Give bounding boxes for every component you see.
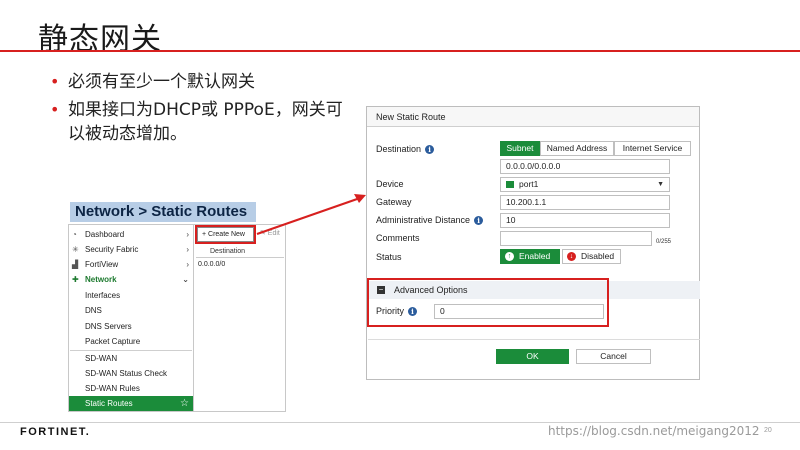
device-label: Device xyxy=(376,179,404,189)
admin-distance-input[interactable]: 10 xyxy=(500,213,670,228)
tab-subnet[interactable]: Subnet xyxy=(500,141,540,156)
bullet-text: 如果接口为DHCP或 PPPoE，网关可以被动态增加。 xyxy=(68,100,343,144)
sidebar-item-label: FortiView xyxy=(85,260,119,269)
port-icon xyxy=(506,181,514,188)
status-disabled-button[interactable]: ↓ Disabled xyxy=(562,249,621,264)
info-icon[interactable]: i xyxy=(425,144,435,154)
table-row[interactable]: 0.0.0.0/0 xyxy=(198,261,225,268)
new-static-route-dialog: New Static Route Destination i Subnet Na… xyxy=(366,106,700,380)
sidebar-item-label: SD-WAN xyxy=(85,354,118,363)
comments-counter: 0/255 xyxy=(656,239,672,245)
admin-distance-label: Administrative Distance i xyxy=(376,215,484,225)
chevron-down-icon: ▼ xyxy=(657,181,664,188)
title-divider xyxy=(0,50,800,52)
chevron-right-icon: › xyxy=(186,260,189,269)
nav-path-header: Network > Static Routes xyxy=(70,202,256,222)
tab-named-address[interactable]: Named Address xyxy=(540,141,614,156)
chevron-down-icon: ⌄ xyxy=(182,275,189,284)
bullet-dot-icon: • xyxy=(50,100,60,119)
watermark-text: https://blog.csdn.net/meigang2012 xyxy=(548,424,760,438)
column-header-destination[interactable]: Destination xyxy=(196,245,284,258)
sidebar-item-label: Dashboard xyxy=(85,230,125,239)
info-icon[interactable]: i xyxy=(474,215,484,225)
sidebar-item-fortiview[interactable]: ▟ FortiView › xyxy=(69,257,193,272)
dashboard-icon: ◔ xyxy=(72,230,77,239)
sidebar-item-label: SD-WAN Status Check xyxy=(85,369,167,378)
comments-input[interactable] xyxy=(500,231,652,246)
sidebar-item-label: SD-WAN Rules xyxy=(85,384,140,393)
sidebar-item-label: Packet Capture xyxy=(85,337,141,346)
fabric-icon: ✳ xyxy=(72,245,79,254)
ok-button[interactable]: OK xyxy=(496,349,569,364)
destination-input[interactable]: 0.0.0.0/0.0.0.0 xyxy=(500,159,670,174)
sidebar-item-packet-capture[interactable]: Packet Capture xyxy=(69,334,193,349)
cancel-button[interactable]: Cancel xyxy=(576,349,651,364)
sidebar-item-static-routes[interactable]: Static Routes ☆ xyxy=(69,396,193,411)
bullet-dot-icon: • xyxy=(50,72,60,91)
device-select[interactable]: port1 ▼ xyxy=(500,177,670,192)
sidebar-item-dashboard[interactable]: ◔ Dashboard › xyxy=(69,227,193,242)
dialog-footer-divider xyxy=(368,339,700,340)
sidebar-nav: ◔ Dashboard › ✳ Security Fabric › ▟ Fort… xyxy=(68,224,194,412)
status-label: Status xyxy=(376,252,402,262)
star-icon[interactable]: ☆ xyxy=(180,396,189,411)
footer-divider xyxy=(0,422,800,423)
sidebar-item-sd-wan[interactable]: SD-WAN xyxy=(69,351,193,366)
sidebar-item-sd-wan-status-check[interactable]: SD-WAN Status Check xyxy=(69,366,193,381)
sidebar-item-dns-servers[interactable]: DNS Servers xyxy=(69,319,193,334)
fortinet-logo: FORTINET. xyxy=(20,426,91,438)
chevron-right-icon: › xyxy=(186,230,189,239)
sidebar-item-label: Interfaces xyxy=(85,291,121,300)
sidebar-item-dns[interactable]: DNS xyxy=(69,303,193,318)
disabled-icon: ↓ xyxy=(567,252,576,261)
sidebar-item-label: Security Fabric xyxy=(85,245,139,254)
sidebar-item-label: Network xyxy=(85,275,117,284)
bullet-item: • 如果接口为DHCP或 PPPoE，网关可以被动态增加。 xyxy=(50,98,350,146)
sidebar-item-network[interactable]: ✚ Network ⌄ xyxy=(69,272,193,287)
sidebar-item-label: DNS Servers xyxy=(85,322,132,331)
tab-internet-service[interactable]: Internet Service xyxy=(614,141,691,156)
destination-label: Destination i xyxy=(376,144,435,154)
bullet-list: • 必须有至少一个默认网关 • 如果接口为DHCP或 PPPoE，网关可以被动态增加… xyxy=(50,70,350,150)
sidebar-item-security-fabric[interactable]: ✳ Security Fabric › xyxy=(69,242,193,257)
page-number: 20 xyxy=(764,427,772,434)
dialog-title: New Static Route xyxy=(367,107,699,127)
sidebar-item-label: DNS xyxy=(85,306,102,315)
gateway-input[interactable]: 10.200.1.1 xyxy=(500,195,670,210)
gateway-label: Gateway xyxy=(376,197,412,207)
pointer-arrow-icon xyxy=(256,194,366,236)
comments-label: Comments xyxy=(376,233,420,243)
device-value: port1 xyxy=(519,179,539,189)
bullet-item: • 必须有至少一个默认网关 xyxy=(50,70,350,94)
sidebar-item-sd-wan-rules[interactable]: SD-WAN Rules xyxy=(69,381,193,396)
status-enabled-button[interactable]: ↑ Enabled xyxy=(500,249,560,264)
chevron-right-icon: › xyxy=(186,245,189,254)
advanced-options-highlight xyxy=(367,278,609,327)
network-icon: ✚ xyxy=(72,275,79,284)
column-header-label: Destination xyxy=(210,248,246,255)
bullet-text: 必须有至少一个默认网关 xyxy=(68,72,255,92)
check-up-icon: ↑ xyxy=(505,252,514,261)
create-new-highlight xyxy=(195,225,256,244)
sidebar-item-interfaces[interactable]: Interfaces xyxy=(69,288,193,303)
sidebar-item-label: Static Routes xyxy=(85,399,133,408)
chart-icon: ▟ xyxy=(72,260,79,269)
